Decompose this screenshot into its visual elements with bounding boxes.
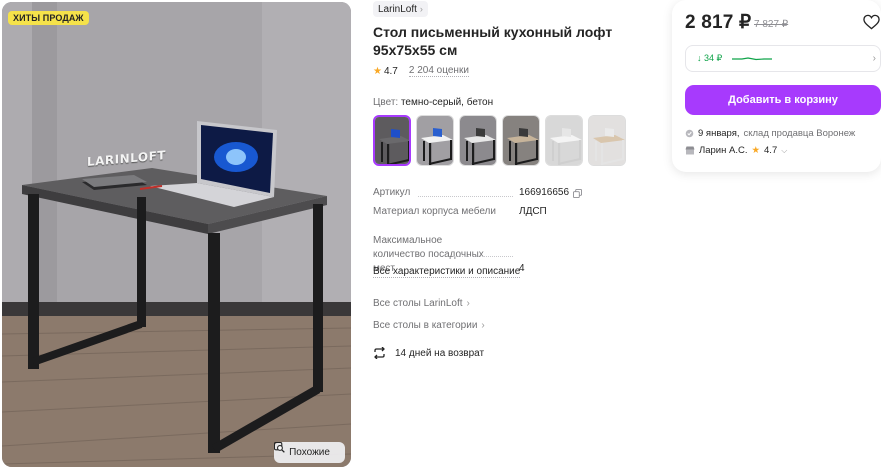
buy-card: 2 817 ₽ 7 827 ₽ ↓ 34 ₽ › Добавить в корз… [672, 0, 881, 172]
bestseller-badge: ХИТЫ ПРОДАЖ [8, 11, 89, 25]
old-price: 7 827 ₽ [754, 19, 789, 30]
chevron-right-icon: › [872, 53, 876, 64]
spec-row-material: Материал корпуса мебели ЛДСП [373, 205, 653, 219]
color-swatch[interactable] [502, 115, 540, 166]
color-swatch[interactable] [588, 115, 626, 166]
similar-label: Похожие [289, 447, 330, 458]
spec-value: 166916656 [519, 186, 583, 200]
spec-key: Артикул [373, 186, 519, 200]
category-tables-link[interactable]: Все столы в категории › [373, 320, 485, 331]
price-change: ↓ 34 ₽ [697, 53, 723, 63]
delivery-date: 9 января, [698, 128, 740, 139]
spec-row-article: Артикул 166916656 [373, 186, 653, 200]
store-icon [685, 146, 695, 155]
color-swatch[interactable] [373, 115, 411, 166]
current-price: 2 817 ₽ [685, 12, 752, 33]
color-label: Цвет: темно-серый, бетон [373, 97, 493, 108]
box-icon [685, 129, 694, 138]
similar-button[interactable]: Похожие [274, 442, 345, 463]
swatch-thumbnail [546, 116, 582, 165]
chevron-right-icon: › [466, 298, 470, 309]
delivery-from: склад продавца Воронеж [743, 128, 856, 139]
heart-icon[interactable] [863, 14, 880, 30]
color-swatch[interactable] [545, 115, 583, 166]
swatch-thumbnail [375, 117, 409, 164]
spec-key: Материал корпуса мебели [373, 206, 496, 217]
color-label-text: Цвет: [373, 97, 399, 108]
brand-name: LarinLoft [378, 3, 417, 15]
chevron-right-icon: › [419, 4, 423, 14]
brand-link[interactable]: LarinLoft › [373, 1, 428, 17]
chevron-right-icon: › [481, 320, 485, 331]
all-specs-link[interactable]: Все характеристики и описание [373, 266, 521, 278]
spec-value: ЛДСП [519, 206, 547, 217]
return-arrows-icon [374, 347, 385, 359]
price-sparkline-icon [732, 56, 773, 60]
product-image [2, 2, 351, 467]
seller-name: Ларин А.С. [699, 145, 748, 156]
star-icon: ★ [373, 65, 382, 77]
color-swatch[interactable] [416, 115, 454, 166]
color-swatch[interactable] [459, 115, 497, 166]
dotted-leader [418, 196, 513, 197]
rating-value: 4.7 [383, 65, 398, 77]
product-title: Стол письменный кухонный лофт 95х75х55 с… [373, 24, 613, 58]
color-value: темно-серый, бетон [400, 97, 494, 108]
brand-tables-link[interactable]: Все столы LarinLoft › [373, 298, 470, 309]
return-policy: 14 дней на возврат [373, 347, 484, 359]
swatch-thumbnail [589, 116, 625, 165]
price-history-button[interactable]: ↓ 34 ₽ › [685, 45, 881, 72]
product-photo[interactable]: LARINLOFT ХИТЫ ПРОДАЖ Похожие [2, 2, 351, 467]
swatch-thumbnail [503, 116, 539, 165]
swatch-thumbnail [460, 116, 496, 165]
color-swatches [373, 115, 626, 166]
chevron-down-icon: ⌵ [781, 145, 788, 155]
seller-link[interactable]: Ларин А.С. ★ 4.7 ⌵ [685, 145, 787, 156]
star-icon: ★ [751, 145, 761, 156]
similar-search-icon [274, 442, 285, 453]
copy-icon[interactable] [573, 188, 583, 198]
add-to-cart-button[interactable]: Добавить в корзину [685, 85, 881, 115]
reviews-link[interactable]: 2 204 оценки [408, 65, 469, 77]
rating-row: ★ 4.7 2 204 оценки [373, 65, 469, 77]
dotted-leader [453, 256, 513, 257]
swatch-thumbnail [417, 116, 453, 165]
delivery-info: 9 января, склад продавца Воронеж [685, 128, 855, 139]
seller-rating: 4.7 [764, 145, 778, 156]
